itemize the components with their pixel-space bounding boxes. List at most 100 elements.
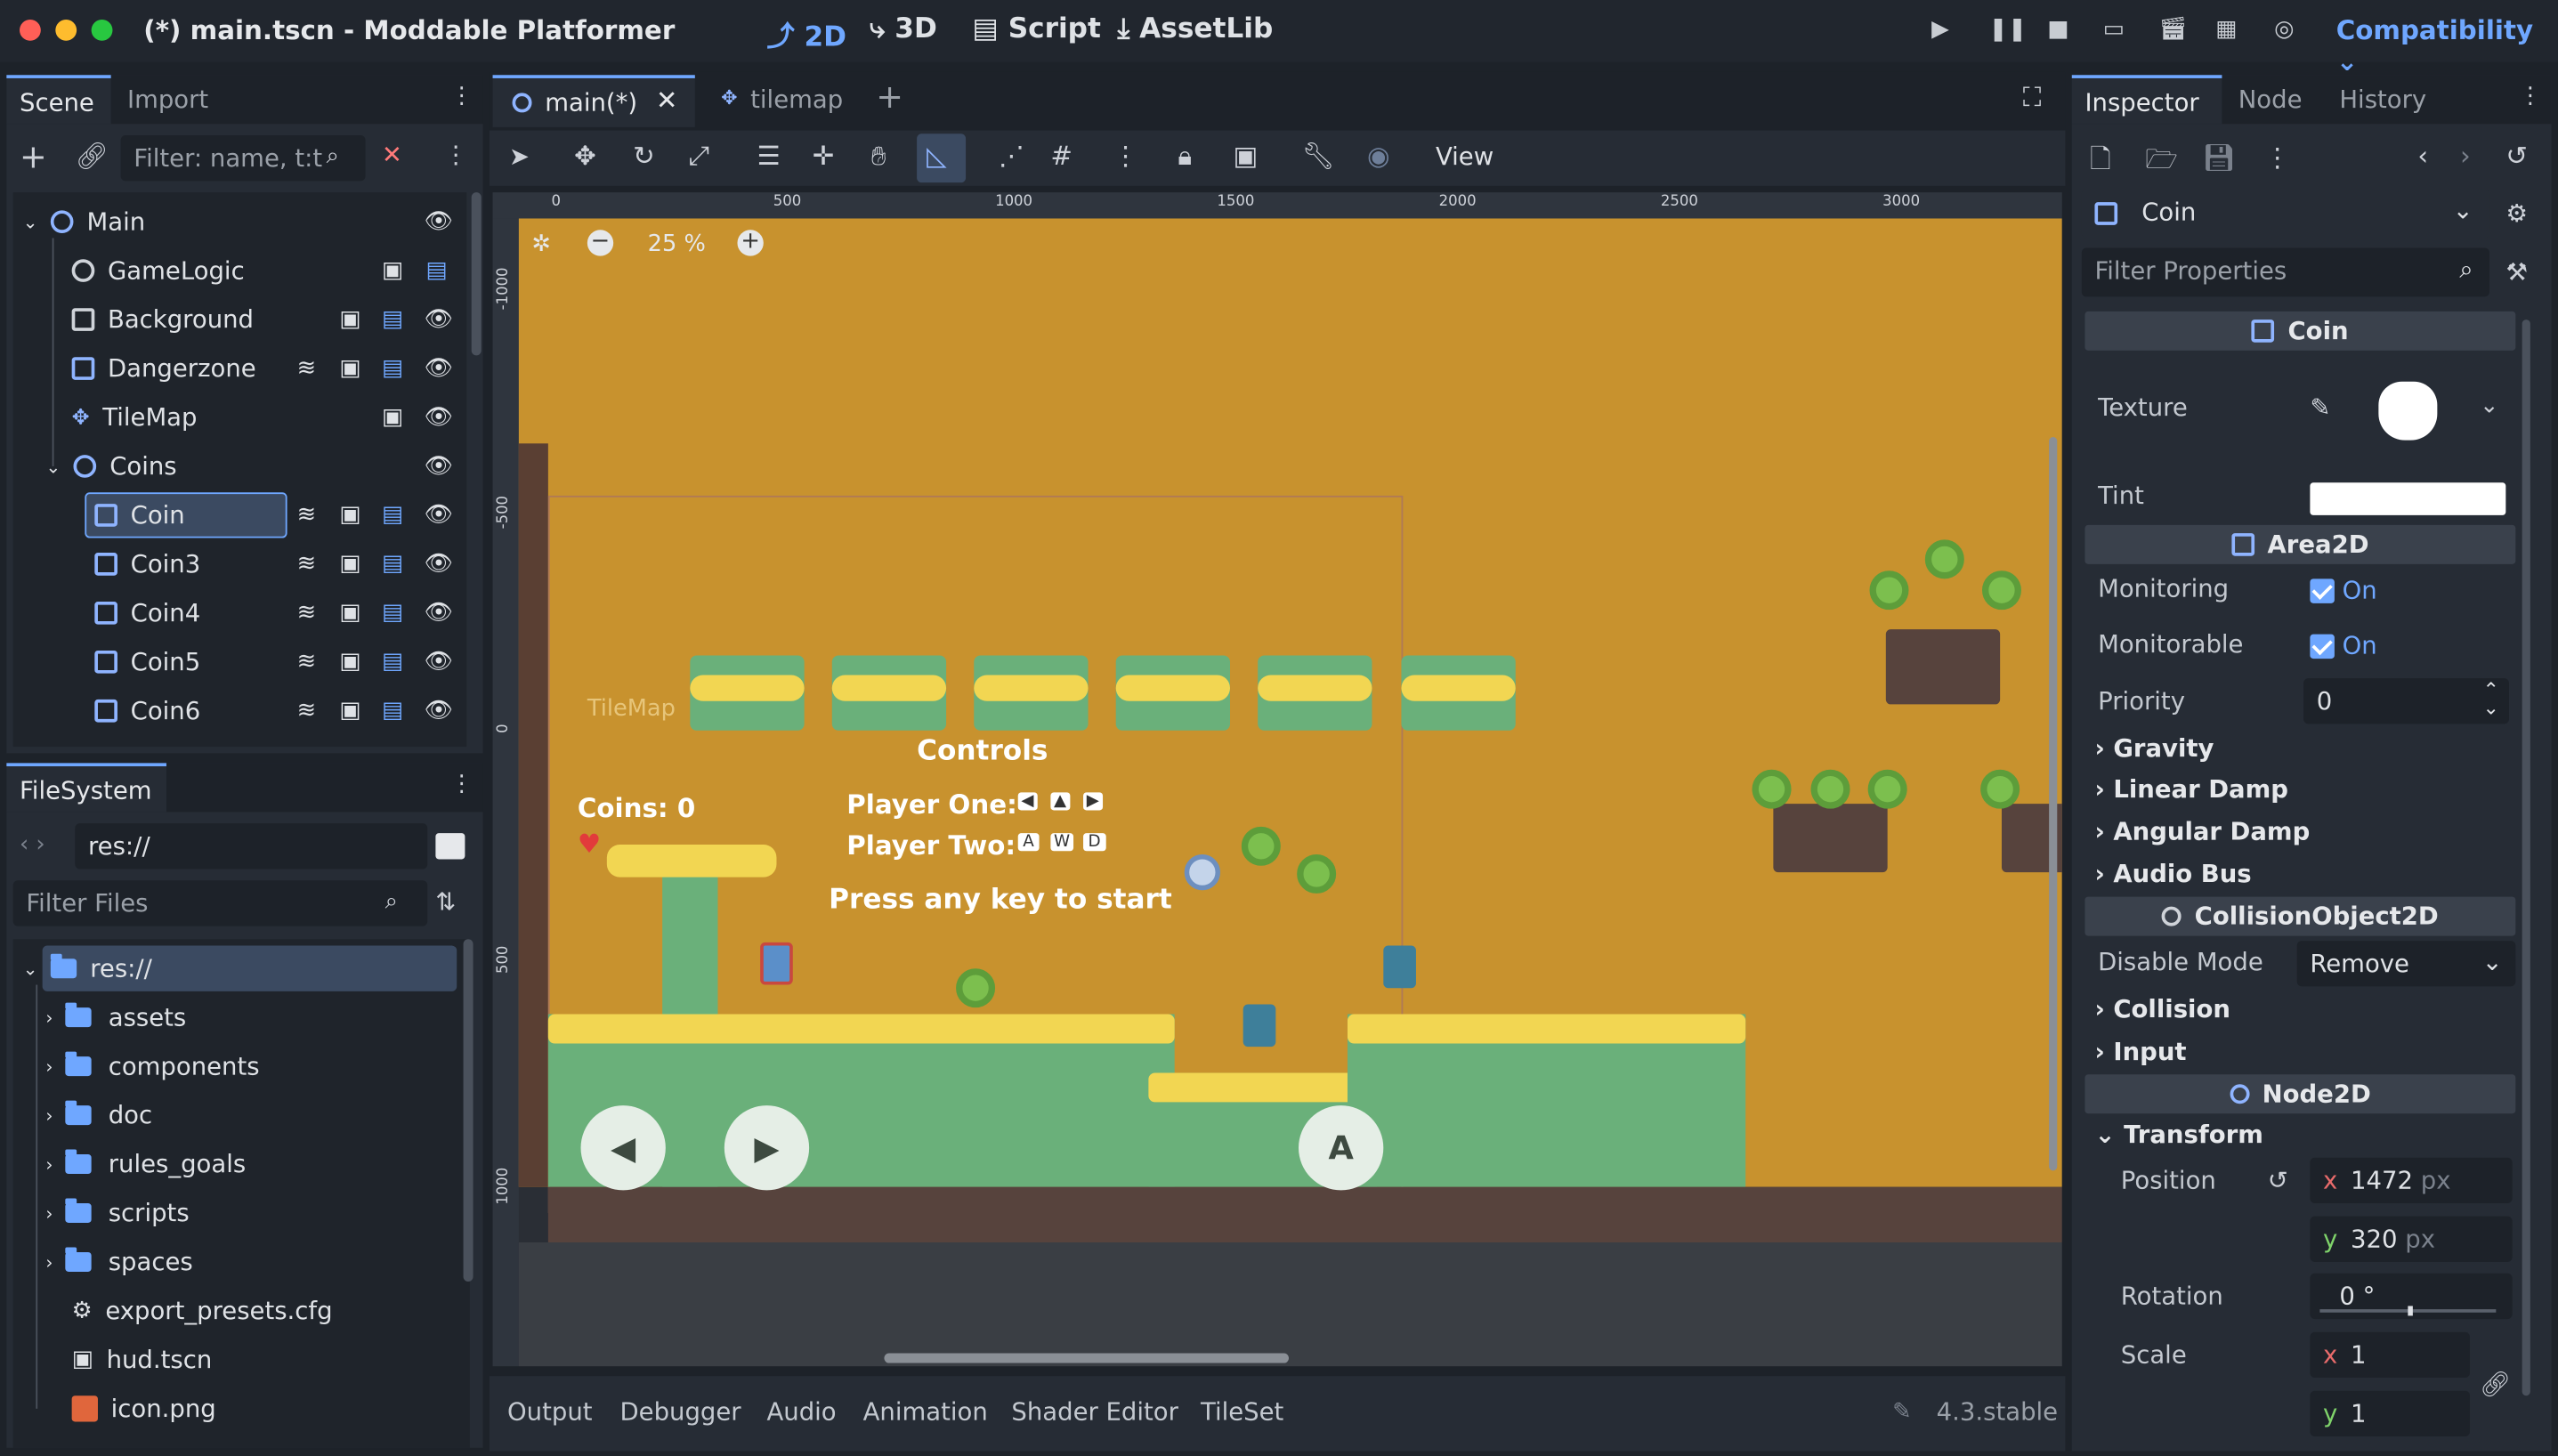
section-area2d[interactable]: Area2D: [2084, 524, 2516, 564]
rotate-tool-icon[interactable]: ↻: [633, 141, 655, 172]
scene-instance-icon[interactable]: ▣: [339, 649, 360, 675]
file-tree-item[interactable]: icon.png: [71, 1384, 216, 1433]
signal-icon[interactable]: ≋: [297, 502, 317, 528]
group-gravity[interactable]: › Gravity: [2094, 733, 2214, 763]
group-audio-bus[interactable]: › Audio Bus: [2094, 859, 2251, 888]
file-tree-item[interactable]: › rules_goals: [45, 1140, 246, 1189]
file-tree-item[interactable]: › components: [45, 1042, 260, 1091]
touch-right-button[interactable]: ▶: [724, 1105, 810, 1191]
coin-sprite[interactable]: [1981, 570, 2021, 611]
texture-preview[interactable]: [2378, 381, 2438, 441]
brick-block[interactable]: [1885, 629, 2001, 705]
coin-sprite[interactable]: [1810, 769, 1850, 809]
tree-node-tilemap[interactable]: ✥ TileMap: [72, 393, 198, 442]
view-menu-button[interactable]: View: [1436, 142, 1494, 171]
visibility-eye-icon[interactable]: 👁︎: [425, 208, 454, 234]
player-two-sprite[interactable]: [1243, 1004, 1276, 1048]
tree-node-background[interactable]: Background: [71, 295, 254, 344]
horizontal-scrollbar[interactable]: [884, 1353, 1289, 1363]
tree-node-coin6[interactable]: Coin6: [94, 686, 200, 735]
file-tree-scrollbar[interactable]: [463, 939, 474, 1282]
script-icon[interactable]: ▤: [382, 600, 403, 626]
signal-icon[interactable]: ≋: [297, 355, 317, 381]
scene-instance-icon[interactable]: ▣: [339, 600, 360, 626]
visibility-eye-icon[interactable]: 👁︎: [425, 698, 454, 724]
inspector-scrollbar[interactable]: [2522, 320, 2530, 1396]
scene-menu-icon[interactable]: ⋮: [444, 141, 468, 170]
tab-scene[interactable]: Scene: [6, 75, 111, 125]
script-icon[interactable]: ▤: [382, 306, 403, 332]
split-view-icon[interactable]: [435, 833, 465, 860]
coin-sprite[interactable]: [1869, 570, 1909, 611]
enemy-sprite[interactable]: [1383, 945, 1416, 989]
close-window-button[interactable]: [19, 19, 41, 41]
section-node2d[interactable]: Node2D: [2084, 1074, 2516, 1114]
floating-platform[interactable]: [831, 655, 947, 731]
section-collisionobject2d[interactable]: CollisionObject2D: [2084, 896, 2516, 936]
visibility-eye-icon[interactable]: 👁︎: [425, 649, 454, 675]
tab-animation[interactable]: Animation: [863, 1397, 988, 1427]
file-tree-item[interactable]: › spaces: [45, 1237, 192, 1286]
open-folder-icon[interactable]: 🗁: [2145, 142, 2177, 185]
script-icon[interactable]: ▤: [382, 698, 403, 724]
tab-import[interactable]: Import: [114, 75, 222, 124]
visibility-eye-icon[interactable]: 👁︎: [425, 404, 454, 430]
brick-block[interactable]: [1773, 804, 1888, 873]
grid-snap-icon[interactable]: #: [1050, 141, 1073, 172]
select-tool-icon[interactable]: ➤: [509, 142, 530, 171]
coin-sprite[interactable]: [1867, 769, 1907, 809]
movie-maker-icon[interactable]: ◎: [2274, 16, 2294, 42]
pillar-top-platform[interactable]: [606, 844, 777, 878]
floating-platform[interactable]: [974, 655, 1089, 731]
tree-node-coin3[interactable]: Coin3: [94, 539, 200, 588]
visibility-eye-icon[interactable]: 👁︎: [425, 453, 454, 479]
coin-sprite[interactable]: [1297, 853, 1337, 894]
pan-tool-icon[interactable]: ✋︎: [871, 141, 886, 174]
lock-icon[interactable]: 🔒︎: [1178, 141, 1192, 174]
texture-edit-icon[interactable]: ✎: [2310, 393, 2330, 423]
player-one-sprite[interactable]: [760, 942, 793, 985]
tree-node-coin4[interactable]: Coin4: [94, 588, 200, 637]
floating-platform[interactable]: [1115, 655, 1231, 731]
touch-left-button[interactable]: ◀: [580, 1105, 666, 1191]
group-transform[interactable]: ⌄ Transform: [2094, 1120, 2263, 1150]
group-icon[interactable]: ▣: [1234, 141, 1259, 172]
scene-instance-icon[interactable]: ▣: [382, 257, 403, 283]
zoom-in-button[interactable]: +: [737, 229, 764, 256]
scene-instance-icon[interactable]: ▣: [339, 502, 360, 528]
maximize-window-button[interactable]: [91, 19, 113, 41]
tab-tileset[interactable]: TileSet: [1201, 1397, 1283, 1427]
tint-color-swatch[interactable]: [2310, 482, 2506, 515]
signal-icon[interactable]: ≋: [297, 649, 317, 675]
tab-node[interactable]: Node: [2225, 75, 2315, 124]
visibility-eye-icon[interactable]: 👁︎: [425, 600, 454, 626]
close-tab-icon[interactable]: ✕: [656, 85, 678, 116]
rotation-slider[interactable]: 0 °: [2310, 1273, 2513, 1320]
more-options-icon[interactable]: ⋮: [2264, 142, 2290, 173]
play-icon[interactable]: ▶: [1931, 16, 1949, 42]
signal-icon[interactable]: ≋: [297, 551, 317, 577]
back-arrow-icon[interactable]: ‹ ›: [20, 831, 45, 857]
file-tree-item[interactable]: › doc: [45, 1091, 152, 1140]
group-collision[interactable]: › Collision: [2094, 995, 2230, 1024]
monitoring-checkbox[interactable]: On: [2297, 568, 2516, 613]
scene-instance-icon[interactable]: ▣: [339, 355, 360, 381]
file-tree-item[interactable]: ▣ hud.tscn: [72, 1335, 213, 1384]
scene-instance-icon[interactable]: ▣: [339, 551, 360, 577]
signal-icon[interactable]: ≋: [297, 600, 317, 626]
smart-snap-icon[interactable]: ⋰: [999, 141, 1024, 172]
tab-main-scene[interactable]: main(*) ✕: [492, 75, 695, 127]
scene-instance-icon[interactable]: ▣: [339, 698, 360, 724]
scene-instance-icon[interactable]: ▣: [382, 404, 403, 430]
tab-history[interactable]: History: [2327, 75, 2440, 124]
workspace-assetlib-button[interactable]: ⤓ AssetLib: [1118, 13, 1274, 46]
tab-shader-editor[interactable]: Shader Editor: [1011, 1397, 1178, 1427]
vertical-scrollbar[interactable]: [2049, 436, 2058, 1171]
history-forward-icon[interactable]: ›: [2460, 141, 2471, 172]
tree-node-coin[interactable]: Coin: [94, 490, 185, 539]
center-view-icon[interactable]: ✲: [532, 231, 552, 257]
add-tab-icon[interactable]: +: [876, 77, 903, 116]
coin-sprite[interactable]: [1241, 826, 1281, 866]
play-scene-icon[interactable]: 🎬︎: [2158, 16, 2188, 42]
pivot-tool-icon[interactable]: ✛: [813, 141, 835, 172]
